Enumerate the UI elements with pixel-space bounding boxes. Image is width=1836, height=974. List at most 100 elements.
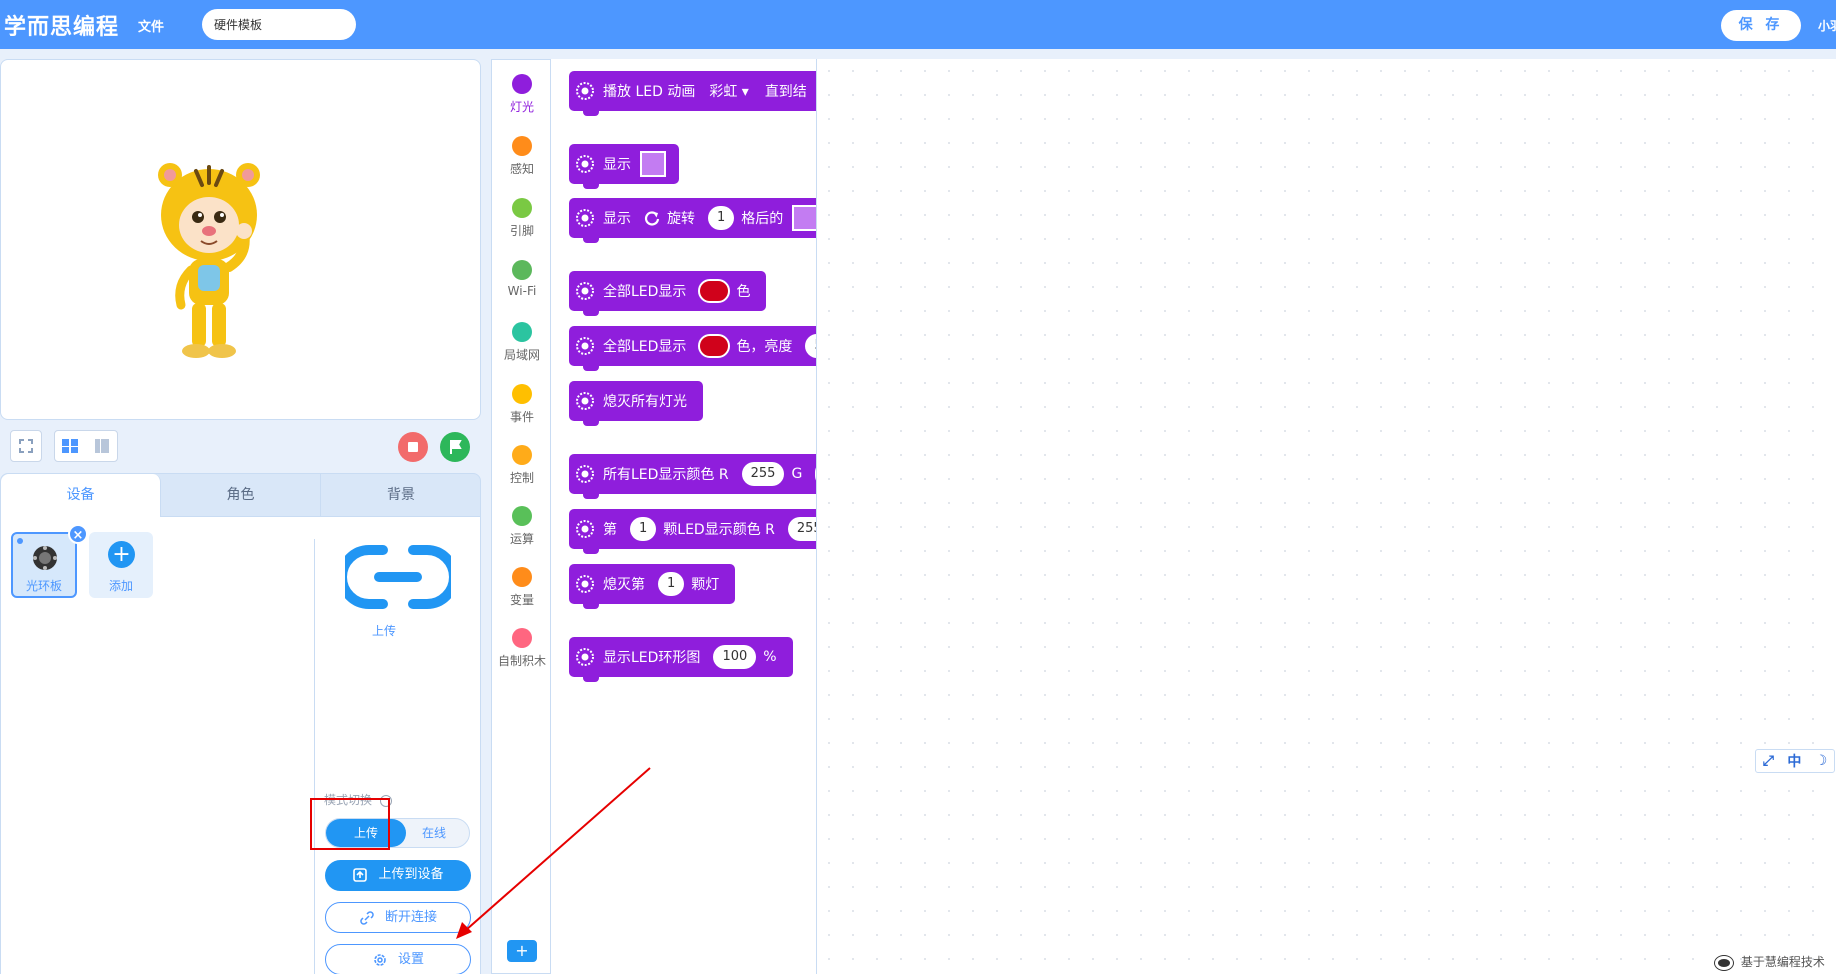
tab-background[interactable]: 背景	[321, 474, 481, 517]
category-label: 变量	[509, 593, 534, 607]
category-label: 引脚	[509, 224, 534, 238]
category-events[interactable]: 事件	[492, 384, 552, 425]
block-show-matrix[interactable]: 显示	[569, 144, 679, 189]
wifi-icon	[512, 260, 532, 280]
upload-icon	[353, 867, 368, 882]
stage-controls	[0, 426, 481, 468]
category-operators[interactable]: 运算	[492, 506, 552, 547]
selected-dot	[17, 538, 23, 544]
brightness-input[interactable]: 5	[805, 334, 816, 358]
remove-device-button[interactable]: ×	[68, 524, 88, 544]
device-card-halocode[interactable]: 光环板 ×	[11, 524, 88, 598]
led-index-input[interactable]: 1	[658, 572, 685, 596]
file-menu[interactable]: 文件	[138, 16, 164, 35]
led-matrix-picker[interactable]	[640, 151, 666, 177]
category-lan[interactable]: 局域网	[492, 322, 552, 363]
led-matrix-picker[interactable]	[792, 205, 816, 231]
code-workspace[interactable]	[817, 59, 1836, 974]
block-all-led-rgb[interactable]: 所有LED显示颜色 R 255 G	[569, 454, 816, 499]
block-text: 熄灭所有灯光	[603, 394, 687, 410]
halocode-block-icon	[576, 282, 594, 300]
block-text: 格后的	[741, 211, 784, 227]
tab-sprite[interactable]: 角色	[161, 474, 321, 517]
category-label: 事件	[509, 410, 534, 424]
link-icon[interactable]	[345, 542, 451, 612]
tab-device[interactable]: 设备	[1, 474, 161, 517]
fullscreen-button[interactable]	[10, 430, 42, 462]
halocode-block-icon	[576, 82, 594, 100]
small-stage-icon	[62, 439, 78, 453]
rotate-clockwise-icon	[644, 211, 660, 226]
category-pins[interactable]: 引脚	[492, 198, 552, 239]
app-logo[interactable]: 学而思编程	[4, 9, 119, 41]
animation-dropdown[interactable]: 彩虹 ▾	[709, 81, 748, 101]
zoom-reset-icon[interactable]: ⤢	[1763, 753, 1774, 769]
color-picker[interactable]	[698, 279, 731, 303]
top-bar: 学而思编程 文件 保 存 小羽	[0, 0, 1836, 49]
device-name: 光环板	[25, 579, 62, 593]
moon-icon[interactable]: ☽	[1815, 753, 1828, 769]
workspace-toolbar: ⤢ 中 ☽	[1755, 749, 1835, 773]
block-all-led-color[interactable]: 全部LED显示 色	[569, 271, 767, 316]
block-text: %	[763, 649, 777, 665]
language-toggle[interactable]: 中	[1787, 751, 1801, 771]
flag-icon	[450, 440, 462, 454]
save-button[interactable]: 保 存	[1721, 10, 1801, 41]
add-device-button[interactable]: + 添加	[89, 532, 153, 598]
block-text: 颗灯	[691, 577, 720, 593]
settings-button[interactable]: 设置	[325, 944, 471, 974]
halocode-block-icon	[576, 392, 594, 410]
block-text: 所有LED显示颜色 R	[603, 467, 729, 483]
app-root: 学而思编程 文件 保 存 小羽	[0, 0, 1836, 974]
upload-to-device-button[interactable]: 上传到设备	[325, 860, 471, 891]
color-picker[interactable]	[698, 334, 731, 358]
block-play-led-animation[interactable]: 播放 LED 动画 彩虹 ▾ 直到结	[569, 71, 816, 116]
block-turn-off-all[interactable]: 熄灭所有灯光	[569, 381, 703, 426]
halocode-block-icon	[576, 465, 594, 483]
halocode-block-icon	[576, 155, 594, 173]
stage[interactable]	[0, 59, 481, 420]
category-label: Wi-Fi	[507, 284, 537, 298]
category-label: 灯光	[509, 100, 534, 114]
add-label: 添加	[108, 579, 133, 593]
block-text: 全部LED显示	[603, 339, 687, 355]
category-lights[interactable]: 灯光	[492, 74, 552, 115]
halocode-block-icon	[576, 520, 594, 538]
events-icon	[512, 384, 532, 404]
red-value-input[interactable]: 255	[741, 462, 785, 486]
powered-by-text: 基于慧编程技术	[1740, 955, 1825, 969]
category-label: 自制积木	[497, 654, 546, 668]
disconnect-label: 断开连接	[384, 910, 437, 925]
rotate-steps-input[interactable]: 1	[708, 206, 735, 230]
halocode-block-icon	[576, 575, 594, 593]
settings-label: 设置	[397, 952, 424, 967]
go-button[interactable]	[440, 432, 470, 462]
user-name[interactable]: 小羽	[1818, 17, 1836, 34]
block-turn-off-led[interactable]: 熄灭第 1 颗灯	[569, 564, 736, 609]
halocode-block-icon	[576, 648, 594, 666]
halocode-block-icon	[576, 209, 594, 227]
left-tabs: 设备 角色 背景	[0, 473, 481, 517]
percent-input[interactable]: 100	[713, 645, 757, 669]
led-index-input[interactable]: 1	[630, 517, 657, 541]
block-all-led-color-brightness[interactable]: 全部LED显示 色，亮度 5	[569, 326, 816, 371]
red-value-input[interactable]: 255	[787, 517, 816, 541]
stop-button[interactable]	[398, 432, 428, 462]
category-variables[interactable]: 变量	[492, 567, 552, 608]
block-show-rotated[interactable]: 显示 旋转 1 格后的	[569, 198, 816, 243]
tiger-sprite[interactable]	[156, 155, 268, 365]
project-name-input[interactable]	[202, 9, 356, 40]
category-wifi[interactable]: Wi-Fi	[492, 260, 552, 298]
category-sensing[interactable]: 感知	[492, 136, 552, 177]
category-my-blocks[interactable]: 自制积木	[492, 628, 552, 669]
block-text: 全部LED显示	[603, 284, 687, 300]
mode-online-option[interactable]: 在线	[422, 819, 446, 847]
layout-toggle[interactable]	[54, 430, 118, 462]
device-panel: 光环板 × + 添加 上传 模式切换 上传 在线 上传到设备 断开连接 设置	[0, 517, 481, 974]
category-control[interactable]: 控制	[492, 445, 552, 486]
block-single-led-rgb[interactable]: 第 1 颗LED显示颜色 R 255	[569, 509, 816, 554]
disconnect-button[interactable]: 断开连接	[325, 902, 471, 933]
block-text: 旋转	[667, 211, 695, 227]
block-led-ring-graph[interactable]: 显示LED环形图 100 %	[569, 637, 793, 682]
add-extension-button[interactable]: +	[507, 940, 537, 962]
